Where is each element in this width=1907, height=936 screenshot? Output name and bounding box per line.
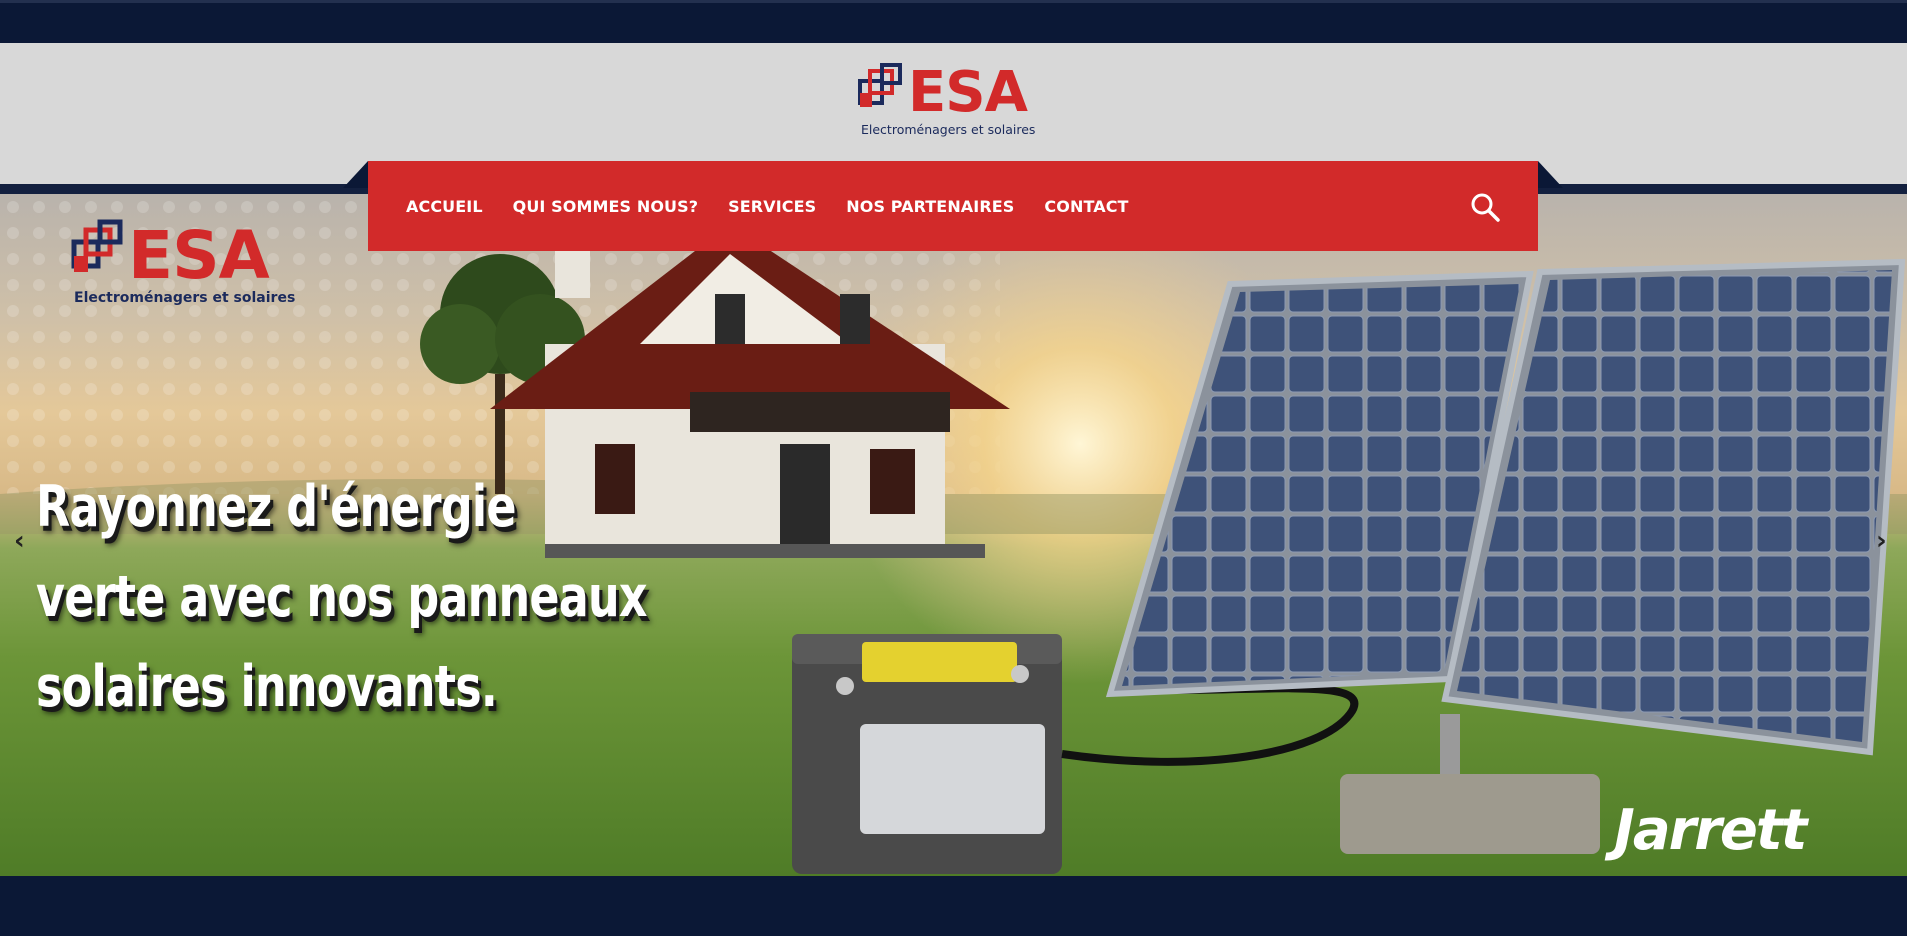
logo-wordmark: ESA (908, 63, 1029, 125)
brand-jarrett: Jarrett (1614, 798, 1807, 863)
logo-tagline: Electroménagers et solaires (861, 122, 1035, 137)
search-icon[interactable] (1470, 192, 1500, 222)
main-nav: ACCUEIL QUI SOMMES NOUS? SERVICES NOS PA… (343, 161, 1563, 251)
nav-item-qui-sommes-nous[interactable]: QUI SOMMES NOUS? (513, 197, 699, 216)
headline-line: verte avec nos panneaux (36, 564, 648, 630)
bottom-band (0, 876, 1907, 936)
hero-logo-tagline: Electroménagers et solaires (74, 290, 295, 306)
headline-line: solaires innovants. (36, 654, 498, 720)
hero-logo-wordmark: ESA (128, 218, 270, 294)
nav-item-contact[interactable]: CONTACT (1044, 197, 1128, 216)
hero-headline: Rayonnez d'énergie verte avec nos pannea… (36, 462, 648, 732)
nav-ear-left (343, 161, 368, 188)
navbar: ACCUEIL QUI SOMMES NOUS? SERVICES NOS PA… (368, 161, 1538, 251)
nav-item-services[interactable]: SERVICES (728, 197, 816, 216)
slider-next-arrow[interactable]: › (1876, 526, 1887, 556)
solar-panels (1105, 258, 1906, 854)
nav-ear-right (1538, 161, 1563, 188)
top-bar (0, 0, 1907, 43)
nav-item-nos-partenaires[interactable]: NOS PARTENAIRES (846, 197, 1014, 216)
logo-squares-icon (858, 63, 902, 107)
hero-logo: ESA Electroménagers et solaires (71, 218, 295, 306)
site-logo[interactable]: ESA Electroménagers et solaires (858, 63, 1050, 141)
headline-line: Rayonnez d'énergie (36, 474, 516, 540)
logo-squares-icon (71, 219, 123, 272)
nav-item-accueil[interactable]: ACCUEIL (406, 197, 483, 216)
slider-prev-arrow[interactable]: ‹ (14, 526, 25, 556)
battery (792, 634, 1062, 874)
